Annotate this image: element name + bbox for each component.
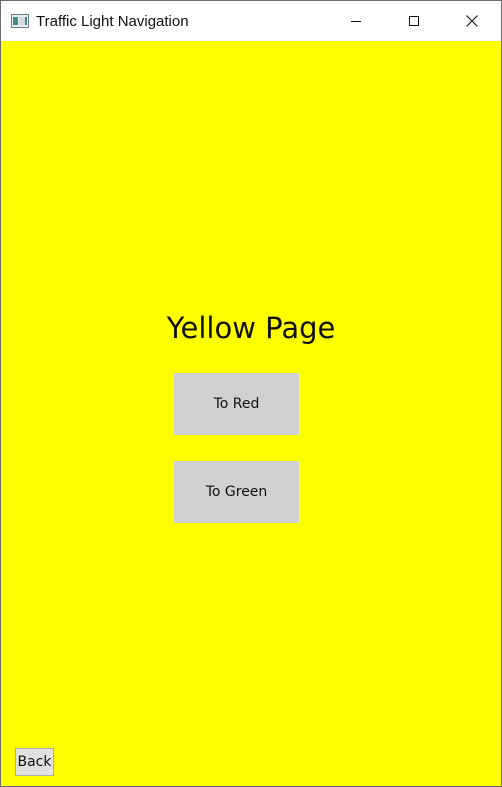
title-bar[interactable]: Traffic Light Navigation [1,1,501,41]
close-icon [466,15,478,27]
maximize-icon [409,16,419,26]
page-title: Yellow Page [166,311,336,345]
minimize-button[interactable] [327,1,385,41]
to-red-button[interactable]: To Red [174,373,299,435]
page-content: Yellow Page To Red To Green Back [1,41,501,786]
maximize-button[interactable] [385,1,443,41]
window-title: Traffic Light Navigation [36,12,189,30]
to-green-button[interactable]: To Green [174,461,299,523]
close-button[interactable] [443,1,501,41]
app-window-icon [11,14,29,28]
minimize-icon [351,21,361,22]
caption-buttons [327,1,501,41]
back-button[interactable]: Back [15,748,54,776]
app-window: Traffic Light Navigation Yellow Page To … [0,0,502,787]
